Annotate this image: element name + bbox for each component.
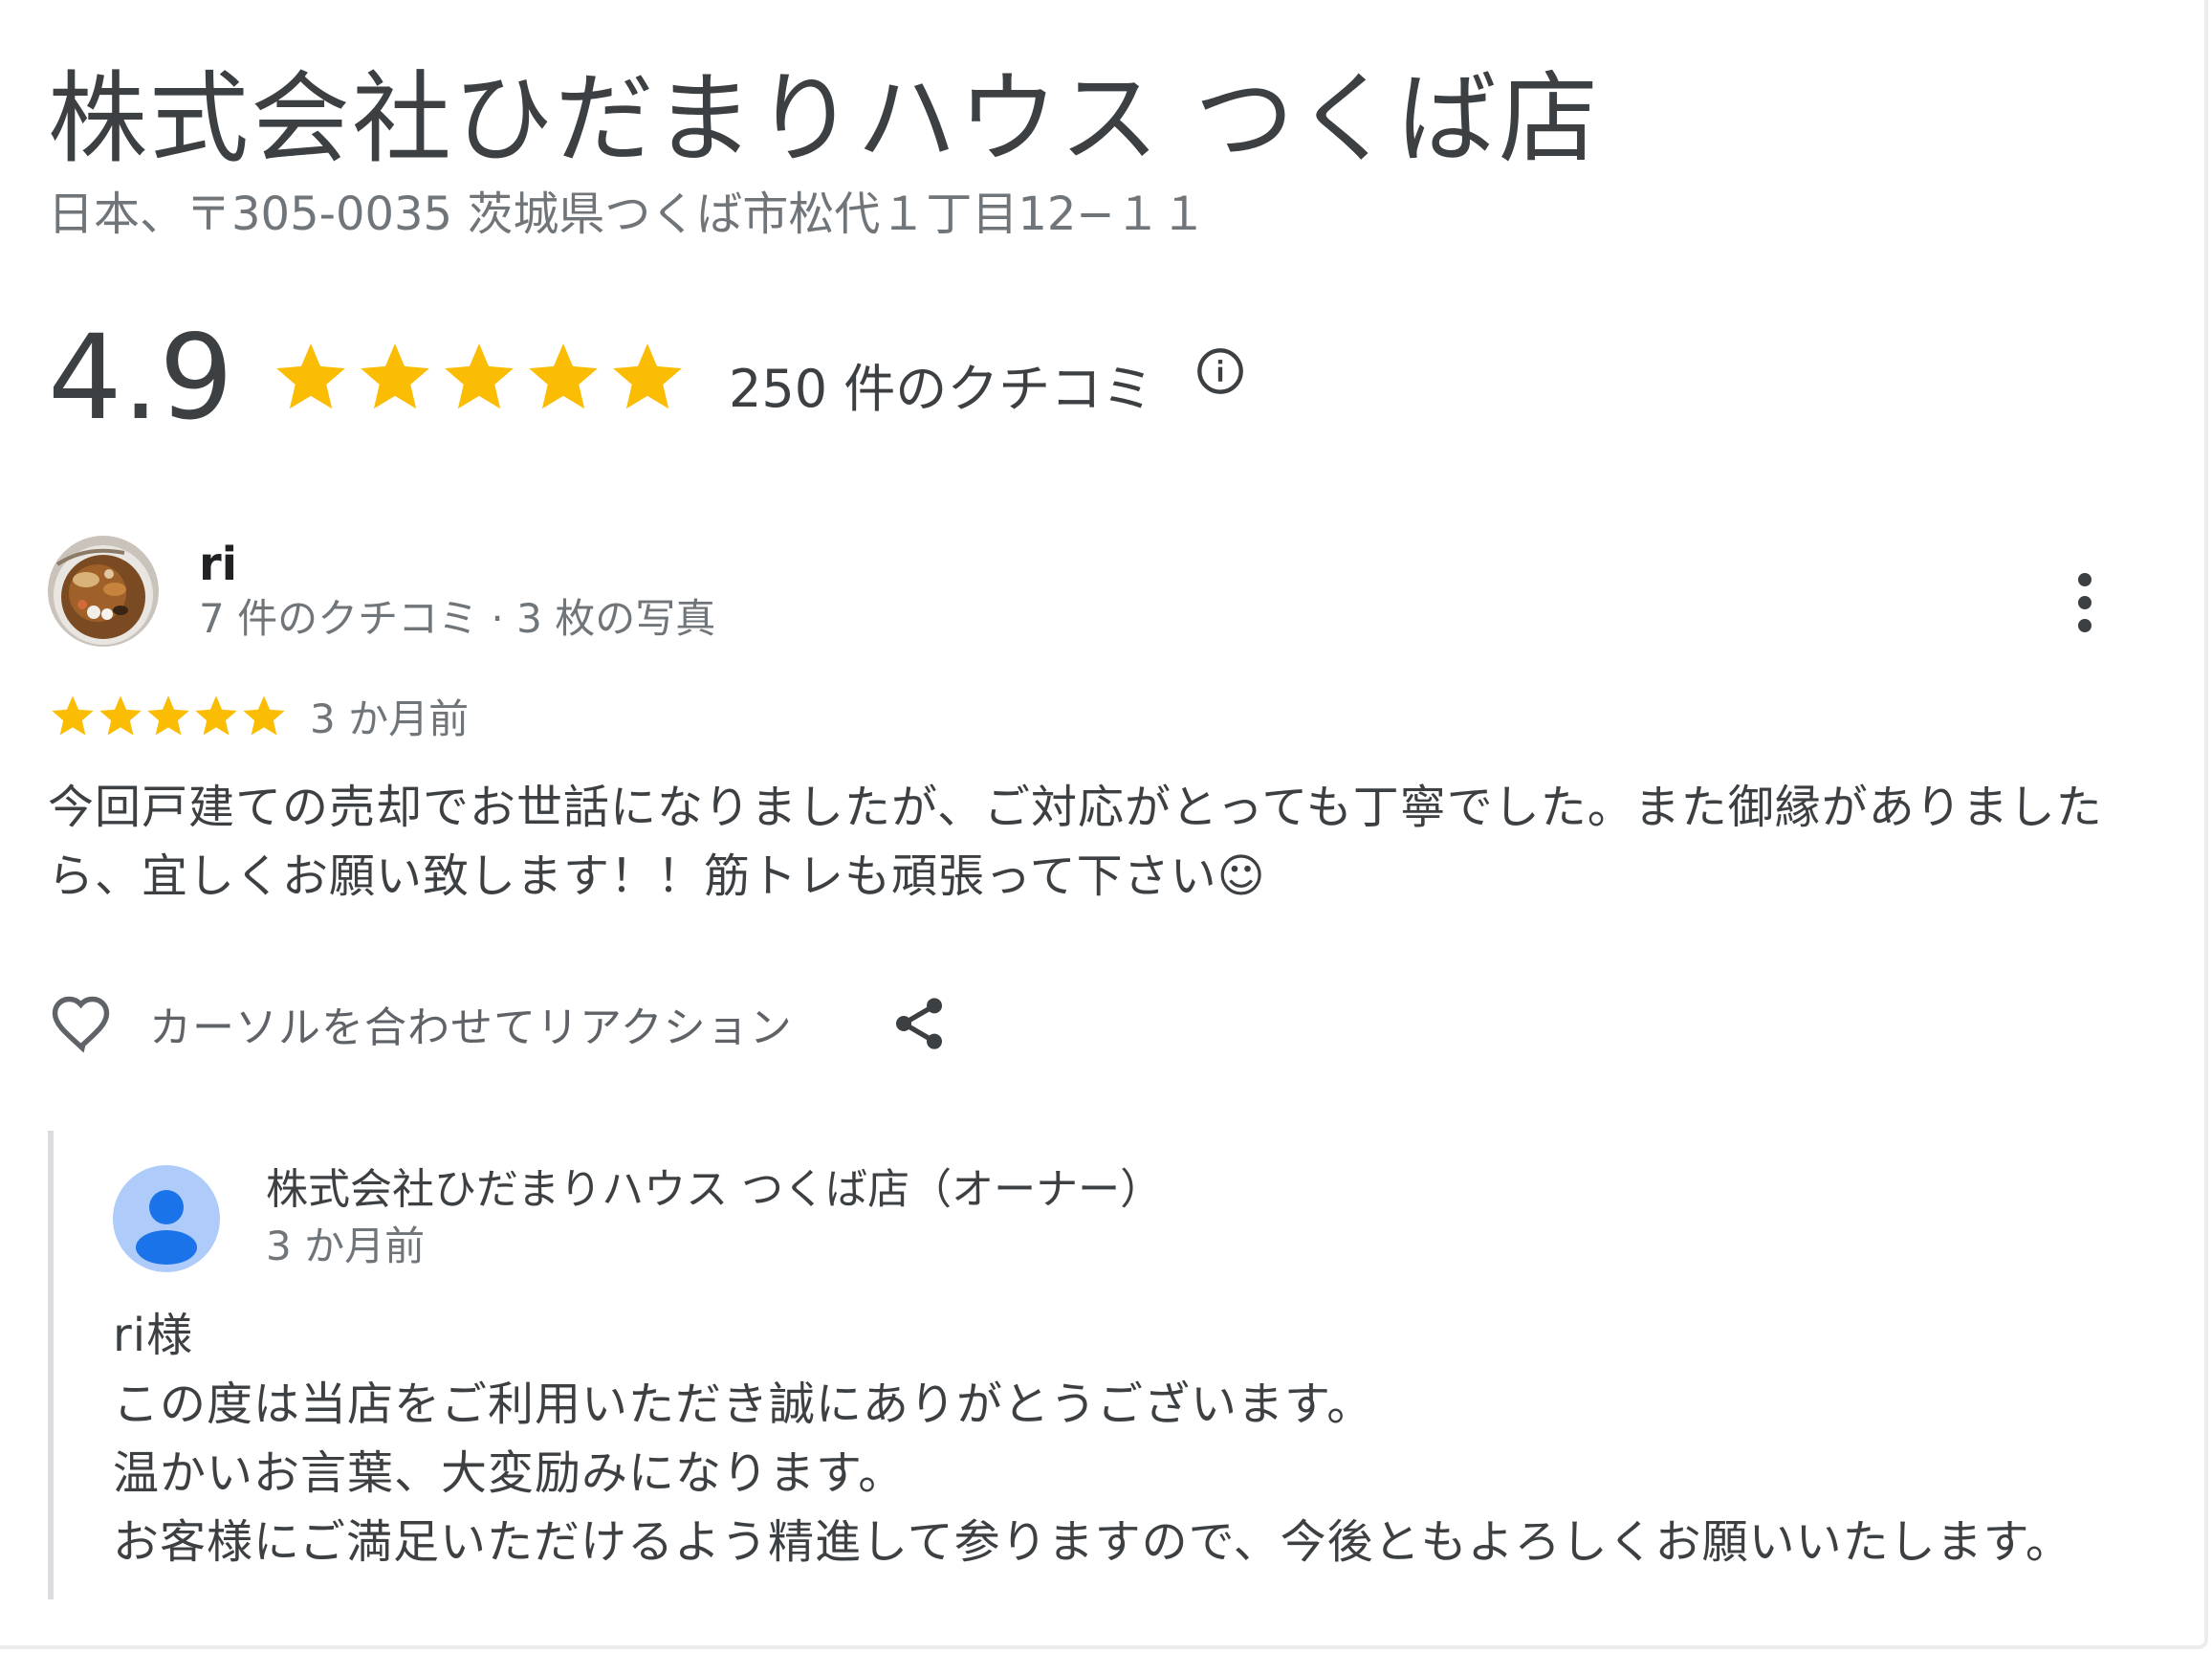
star-icon [445,343,514,409]
owner-reply: 株式会社ひだまりハウス つくば店（オーナー） 3 か月前 ri様 この度は当店を… [48,1131,2157,1599]
business-title: 株式会社ひだまりハウス つくば店 [48,60,1600,177]
owner-avatar-icon [113,1165,220,1272]
reviewer-header: ri 7 件のクチコミ · 3 枚の写真 [48,536,2152,660]
owner-reply-line: お客様にご満足いただけるよう精進して参りますので、今後ともよろしくお願いいたしま… [113,1515,2072,1569]
review-rating: 3 か月前 [48,687,469,745]
reviewer-meta: 7 件のクチコミ · 3 枚の写真 [199,595,716,642]
star-icon [613,343,682,409]
star-icon [99,694,142,735]
review-card: ri 7 件のクチコミ · 3 枚の写真 3 か月前 今回戸建ての売却でお世話に… [48,536,2152,1053]
review-actions: カーソルを合わせてリアクション [48,989,950,1058]
rating-stars [270,337,690,419]
business-address: 日本、〒305-0035 茨城県つくば市松代１丁目12−１１ [48,187,1207,241]
star-icon [52,694,94,735]
star-icon [195,694,237,735]
reaction-label[interactable]: カーソルを合わせてリアクション [149,993,793,1054]
owner-reply-line: この度は当店をご利用いただき誠にありがとうございます。 [113,1378,1374,1431]
star-icon [243,694,285,735]
star-icon [276,343,345,409]
info-icon[interactable] [1195,346,1245,396]
star-icon [361,343,429,409]
review-count: 250 件のクチコミ [729,358,1154,419]
rating-summary: 4.9 250 件のクチコミ [48,316,1245,440]
star-icon [529,343,598,409]
more-vert-icon[interactable] [2066,564,2104,641]
review-stars [48,692,287,741]
owner-reply-line: 温かいお言葉、大変励みになります。 [113,1446,906,1500]
owner-reply-line: ri様 [113,1309,194,1362]
review-text: 今回戸建ての売却でお世話になりましたが、ご対応がとっても丁寧でした。また御縁があ… [48,781,2103,903]
reviewer-avatar[interactable] [48,536,159,647]
reviewer-name[interactable]: ri [199,538,237,593]
avatar-photo-image [48,536,159,647]
rating-value: 4.9 [48,310,234,446]
owner-reply-text: ri様 この度は当店をご利用いただき誠にありがとうございます。 温かいお言葉、大… [113,1301,2140,1576]
review-date: 3 か月前 [310,695,470,742]
heart-icon[interactable] [48,989,117,1058]
owner-reply-date: 3 か月前 [266,1223,426,1269]
star-icon [147,694,189,735]
share-icon[interactable] [888,993,950,1054]
owner-name: 株式会社ひだまりハウス つくば店（オーナー） [266,1165,1163,1214]
